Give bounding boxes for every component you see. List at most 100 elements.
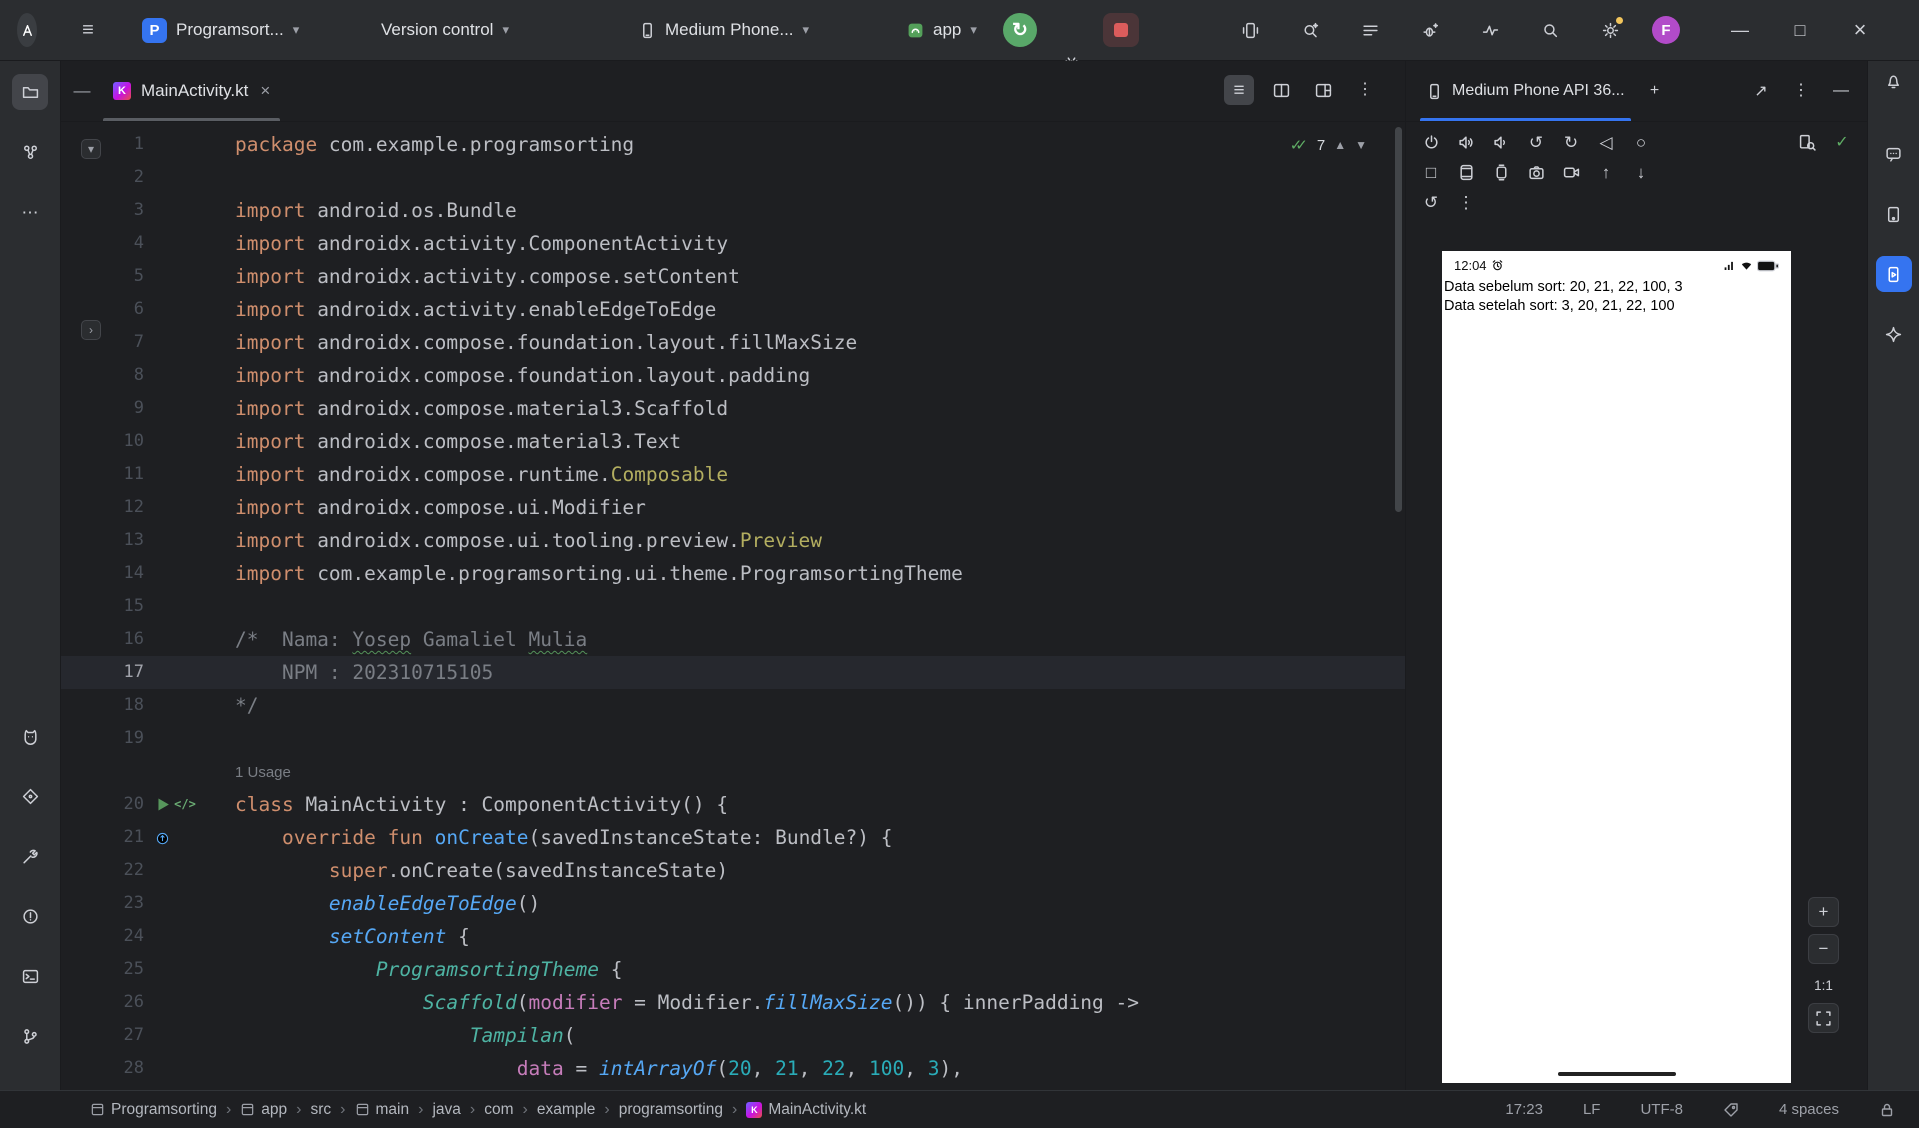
- gutter-fold-right-button[interactable]: ›: [81, 320, 101, 340]
- code-line[interactable]: 7 import androidx.compose.foundation.layo…: [61, 326, 1405, 359]
- app-quality-insights-button[interactable]: [12, 778, 48, 814]
- volume-down-button[interactable]: [1486, 129, 1516, 156]
- breadcrumb-item[interactable]: example: [537, 1101, 596, 1119]
- assistant-button[interactable]: [1876, 136, 1912, 172]
- gemini-insights-button[interactable]: [1412, 13, 1448, 47]
- code-line[interactable]: 24 setContent {: [61, 920, 1405, 953]
- upload-button[interactable]: ↑: [1591, 159, 1621, 186]
- code-line[interactable]: 12 import androidx.compose.ui.Modifier: [61, 491, 1405, 524]
- code-line[interactable]: 2: [61, 161, 1405, 194]
- snapshot-button[interactable]: [1451, 159, 1481, 186]
- panel-hide-button[interactable]: —: [1827, 77, 1855, 105]
- code-line[interactable]: 5 import androidx.activity.compose.setCon…: [61, 260, 1405, 293]
- editor-list-button[interactable]: ≡: [1224, 75, 1254, 105]
- chevron-up-icon[interactable]: ▲: [1334, 138, 1346, 152]
- run-gutter-icon[interactable]: [152, 795, 172, 815]
- override-gutter-icon[interactable]: [152, 828, 172, 848]
- record-video-button[interactable]: [1556, 159, 1586, 186]
- settings-button[interactable]: [1592, 13, 1628, 47]
- code-line[interactable]: 19: [61, 722, 1405, 755]
- chevron-down-icon[interactable]: ▼: [1355, 138, 1367, 152]
- code-line[interactable]: 26 Scaffold(modifier = Modifier.fillMaxS…: [61, 986, 1405, 1019]
- deploy-check-button[interactable]: ✓: [1827, 129, 1857, 156]
- rotate-right-button[interactable]: ↻: [1556, 129, 1586, 156]
- project-folder-button[interactable]: [12, 74, 48, 110]
- code-line[interactable]: 22 super.onCreate(savedInstanceState): [61, 854, 1405, 887]
- code-line[interactable]: 16 /* Nama: Yosep Gamaliel Mulia: [61, 623, 1405, 656]
- split-editor-button[interactable]: [1266, 75, 1296, 105]
- camera-button[interactable]: [1521, 159, 1551, 186]
- reset-button[interactable]: ↺: [1416, 189, 1446, 216]
- volume-up-button[interactable]: [1451, 129, 1481, 156]
- code-line[interactable]: 27 Tampilan(: [61, 1019, 1405, 1052]
- code-line[interactable]: 17 NPM : 202310715105: [61, 656, 1405, 689]
- running-devices-button[interactable]: [1875, 256, 1912, 292]
- gutter-fold-down-button[interactable]: ▾: [81, 139, 101, 159]
- usages-inlay[interactable]: 1 Usage: [235, 764, 291, 781]
- snapshot-alt-button[interactable]: [1486, 159, 1516, 186]
- build-button[interactable]: [12, 838, 48, 874]
- code-line[interactable]: 6 import androidx.activity.enableEdgeToEd…: [61, 293, 1405, 326]
- code-line[interactable]: 25 ProgramsortingTheme {: [61, 953, 1405, 986]
- code-line[interactable]: 11 import androidx.compose.runtime.Compos…: [61, 458, 1405, 491]
- profiler-button[interactable]: [1472, 13, 1508, 47]
- tab-close-icon[interactable]: ×: [260, 81, 270, 101]
- code-line[interactable]: 8 import androidx.compose.foundation.layo…: [61, 359, 1405, 392]
- zoom-in-button[interactable]: +: [1808, 897, 1839, 927]
- inspections-widget[interactable]: ✓✓ 7 ▲ ▼: [1282, 131, 1375, 159]
- code-line[interactable]: 21 override fun onCreate(savedInstanceSt…: [61, 821, 1405, 854]
- panel-more-button[interactable]: ⋮: [1787, 77, 1815, 105]
- resource-manager-button[interactable]: [12, 134, 48, 170]
- code-line[interactable]: 4 import androidx.activity.ComponentActiv…: [61, 227, 1405, 260]
- notifications-button[interactable]: [1876, 63, 1912, 99]
- caret-position[interactable]: 17:23: [1505, 1101, 1543, 1118]
- code-line[interactable]: 13 import androidx.compose.ui.tooling.pre…: [61, 524, 1405, 557]
- gemini-button[interactable]: [1876, 316, 1912, 352]
- window-close-button[interactable]: ×: [1842, 13, 1878, 47]
- zoom-fit-button[interactable]: [1808, 1003, 1839, 1033]
- code-line[interactable]: 20 </> class MainActivity : ComponentActiv…: [61, 788, 1405, 821]
- breadcrumb-item[interactable]: main: [355, 1101, 409, 1119]
- download-button[interactable]: ↓: [1626, 159, 1656, 186]
- overview-square-button[interactable]: □: [1416, 159, 1446, 186]
- breadcrumb-item[interactable]: Programsorting: [90, 1101, 217, 1119]
- emulator-screen[interactable]: 12:04 Data sebelum sort: 20, 21, 22, 100…: [1442, 251, 1791, 1083]
- user-avatar[interactable]: F: [1652, 16, 1680, 44]
- editor-hide-button[interactable]: —: [67, 76, 97, 106]
- code-line[interactable]: 10 import androidx.compose.material3.Text: [61, 425, 1405, 458]
- device-manager-button[interactable]: [1876, 196, 1912, 232]
- preview-layout-button[interactable]: [1308, 75, 1338, 105]
- more-tools-button[interactable]: ⋯: [12, 194, 48, 230]
- home-button[interactable]: ○: [1626, 129, 1656, 156]
- breadcrumb-item[interactable]: com: [484, 1101, 513, 1119]
- version-control-menu[interactable]: Version control ▾: [372, 13, 518, 47]
- version-control-branch-button[interactable]: [12, 1018, 48, 1054]
- indent-setting[interactable]: 4 spaces: [1779, 1101, 1839, 1118]
- code-editor[interactable]: 1 package com.example.programsorting 2 3 imp…: [61, 123, 1405, 1090]
- code-line[interactable]: 15: [61, 590, 1405, 623]
- breadcrumb-item[interactable]: programsorting: [619, 1101, 723, 1119]
- project-selector[interactable]: P Programsort... ▾: [133, 13, 308, 47]
- code-line[interactable]: 3 import android.os.Bundle: [61, 194, 1405, 227]
- code-line[interactable]: 23 enableEdgeToEdge(): [61, 887, 1405, 920]
- open-in-window-button[interactable]: ↗: [1747, 77, 1775, 105]
- device-tab[interactable]: Medium Phone API 36...: [1420, 61, 1631, 121]
- code-line[interactable]: 1 package com.example.programsorting: [61, 128, 1405, 161]
- file-encoding[interactable]: UTF-8: [1640, 1101, 1683, 1118]
- lock-icon[interactable]: [1879, 1102, 1895, 1118]
- device-mirroring-button[interactable]: [1232, 13, 1268, 47]
- breadcrumb-item[interactable]: K MainActivity.kt: [746, 1101, 866, 1119]
- terminal-button[interactable]: [12, 958, 48, 994]
- editor-more-button[interactable]: ⋮: [1350, 75, 1380, 105]
- window-minimize-button[interactable]: —: [1722, 13, 1758, 47]
- code-line[interactable]: 14 import com.example.programsorting.ui.t…: [61, 557, 1405, 590]
- code-line[interactable]: 28 data = intArrayOf(20, 21, 22, 100, 3)…: [61, 1052, 1405, 1085]
- search-everywhere-button[interactable]: [1532, 13, 1568, 47]
- zoom-out-button[interactable]: −: [1808, 934, 1839, 964]
- ai-search-button[interactable]: [1292, 13, 1328, 47]
- device-selector[interactable]: Medium Phone... ▾: [630, 13, 818, 47]
- breadcrumb-item[interactable]: app: [240, 1101, 287, 1119]
- main-menu-button[interactable]: ≡: [70, 13, 106, 47]
- add-device-button[interactable]: +: [1641, 77, 1669, 105]
- run-configuration-selector[interactable]: app ▾: [898, 13, 986, 47]
